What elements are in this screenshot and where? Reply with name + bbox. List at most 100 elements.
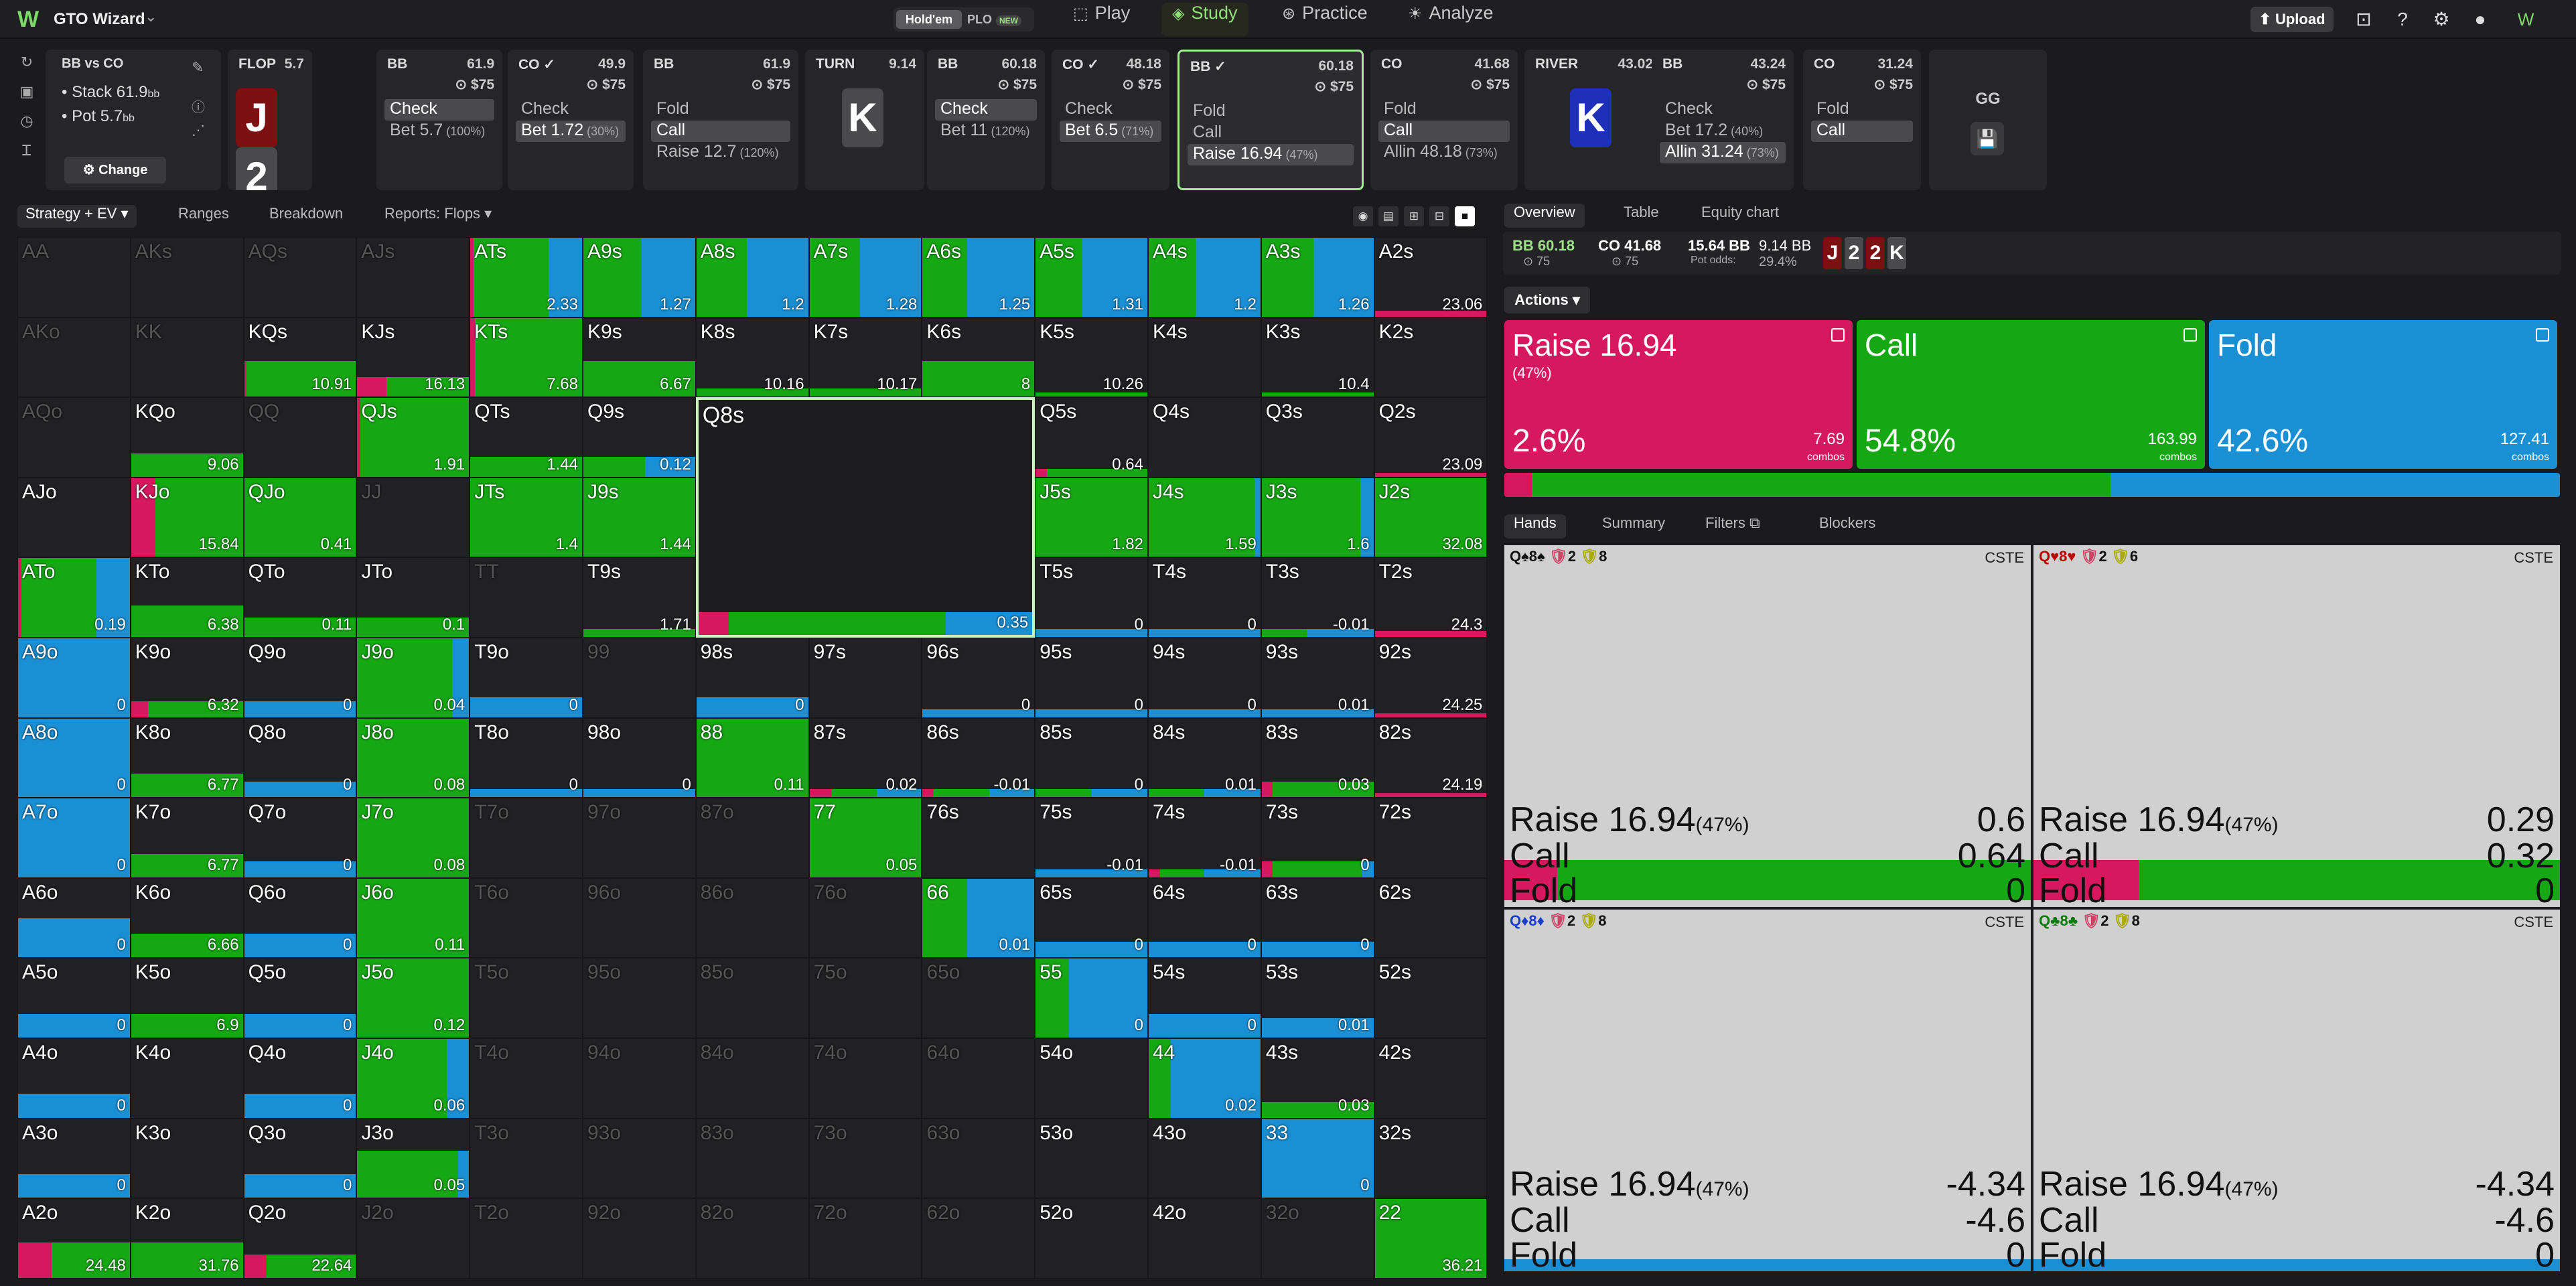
share-icon[interactable]: ⋰ xyxy=(192,122,205,139)
step-action[interactable]: Allin 31.24 (73%) xyxy=(1660,142,1786,163)
hand-cell-52s[interactable]: 52s xyxy=(1374,958,1488,1038)
hand-cell-Q4o[interactable]: Q4o 0 xyxy=(243,1038,357,1119)
hand-cell-85o[interactable]: 85o xyxy=(695,958,809,1038)
hand-cell-A8s[interactable]: A8s 1.2 xyxy=(695,237,809,317)
hand-cell-J4o[interactable]: J4o 0.06 xyxy=(356,1038,470,1119)
hand-cell-T4s[interactable]: T4s 0 xyxy=(1148,557,1261,638)
hand-cell-44[interactable]: 44 0.02 xyxy=(1148,1038,1261,1119)
hand-cell-T9s[interactable]: T9s 1.71 xyxy=(583,557,696,638)
expand-icon[interactable] xyxy=(1831,328,1845,342)
hand-cell-72s[interactable]: 72s xyxy=(1374,798,1488,878)
save-icon[interactable]: 💾 xyxy=(1971,122,2004,155)
hand-cell-Q6o[interactable]: Q6o 0 xyxy=(243,877,357,958)
hand-cell-T2o[interactable]: T2o xyxy=(470,1198,583,1279)
hand-cell-96s[interactable]: 96s 0 xyxy=(922,638,1035,718)
user-icon[interactable]: ● xyxy=(2467,7,2493,32)
hand-cell-62o[interactable]: 62o xyxy=(922,1198,1035,1279)
step-action[interactable]: Raise 16.94 (47%) xyxy=(1188,144,1354,165)
hand-cell-A6s[interactable]: A6s 1.25 xyxy=(922,237,1035,317)
app-name[interactable]: GTO Wizard xyxy=(54,10,145,29)
hand-cell-53s[interactable]: 53s 0.01 xyxy=(1261,958,1374,1038)
step-action[interactable]: Bet 6.5 (71%) xyxy=(1060,121,1161,142)
hand-cell-J2s[interactable]: J2s 32.08 xyxy=(1374,477,1488,558)
game-mode-toggle[interactable]: Hold'em PLO NEW xyxy=(893,7,1034,31)
hand-cell-J6o[interactable]: J6o 0.11 xyxy=(356,877,470,958)
hand-cell-63s[interactable]: 63s 0 xyxy=(1261,877,1374,958)
hand-combo-card[interactable]: Q♣8♣ 🛡2 🛡8 CSTE Raise 16.94(47%) -4.34 Call -… xyxy=(2033,910,2560,1271)
hand-cell-75s[interactable]: 75s -0.01 xyxy=(1035,798,1148,878)
tab-hands[interactable]: Hands xyxy=(1504,514,1566,539)
hand-cell-A3o[interactable]: A3o 0 xyxy=(17,1118,131,1199)
tab-blockers[interactable]: Blockers xyxy=(1819,514,1875,539)
step-action[interactable]: Call xyxy=(651,121,790,142)
hand-cell-AQs[interactable]: AQs xyxy=(243,237,357,317)
hand-cell-97o[interactable]: 97o xyxy=(583,798,696,878)
hand-combo-card[interactable]: Q♥8♥ 🛡2 🛡6 CSTE Raise 16.94(47%) 0.29 Call 0.… xyxy=(2033,545,2560,907)
hand-cell-A3s[interactable]: A3s 1.26 xyxy=(1261,237,1374,317)
hand-cell-Q2o[interactable]: Q2o 22.64 xyxy=(243,1198,357,1279)
step-action[interactable]: Check xyxy=(516,99,626,121)
hand-cell-96o[interactable]: 96o xyxy=(583,877,696,958)
hand-cell-K8o[interactable]: K8o 6.77 xyxy=(130,717,244,798)
hand-cell-K9s[interactable]: K9s 6.67 xyxy=(583,317,696,398)
action-step-9[interactable]: CO 41.68 ⊙ $75 Fold Call Allin 48.18 (73%) xyxy=(1370,50,1518,190)
hand-cell-64s[interactable]: 64s 0 xyxy=(1148,877,1261,958)
hand-cell-Q7o[interactable]: Q7o 0 xyxy=(243,798,357,878)
nav-analyze[interactable]: ☀ Analyze xyxy=(1408,3,1494,36)
hand-cell-87s[interactable]: 87s 0.02 xyxy=(808,717,922,798)
upload-button[interactable]: ⬆ Upload xyxy=(2250,7,2334,32)
hand-cell-93o[interactable]: 93o xyxy=(583,1118,696,1199)
hand-cell-T2s[interactable]: T2s 24.3 xyxy=(1374,557,1488,638)
hand-cell-A9o[interactable]: A9o 0 xyxy=(17,638,131,718)
hand-cell-J4s[interactable]: J4s 1.59 xyxy=(1148,477,1261,558)
hand-cell-AA[interactable]: AA xyxy=(17,237,131,317)
tab-ranges[interactable]: Ranges xyxy=(178,205,229,228)
hand-cell-74s[interactable]: 74s -0.01 xyxy=(1148,798,1261,878)
hand-cell-62s[interactable]: 62s xyxy=(1374,877,1488,958)
hand-cell-82o[interactable]: 82o xyxy=(695,1198,809,1279)
nav-play[interactable]: ⬚ Play xyxy=(1073,3,1130,36)
hand-cell-QTo[interactable]: QTo 0.11 xyxy=(243,557,357,638)
hand-cell-A4s[interactable]: A4s 1.2 xyxy=(1148,237,1261,317)
help-icon[interactable]: ? xyxy=(2390,7,2415,32)
step-action[interactable]: Call xyxy=(1378,121,1510,142)
step-action[interactable]: Raise 12.7 (120%) xyxy=(651,142,790,163)
chevron-down-icon[interactable]: ⌄ xyxy=(145,8,157,25)
step-action[interactable]: Fold xyxy=(1811,99,1913,121)
action-step-12[interactable]: CO 31.24 ⊙ $75 Fold Call xyxy=(1803,50,1921,190)
action-step-6[interactable]: BB 60.18 ⊙ $75 Check Bet 11 (120%) xyxy=(927,50,1045,190)
step-action[interactable]: Check xyxy=(384,99,494,121)
hand-cell-KTo[interactable]: KTo 6.38 xyxy=(130,557,244,638)
hand-cell-65o[interactable]: 65o xyxy=(922,958,1035,1038)
hand-cell-Q9o[interactable]: Q9o 0 xyxy=(243,638,357,718)
hand-cell-82s[interactable]: 82s 24.19 xyxy=(1374,717,1488,798)
nav-study[interactable]: ◈ Study xyxy=(1161,3,1248,36)
hand-cell-95o[interactable]: 95o xyxy=(583,958,696,1038)
view-mode-4-icon[interactable]: ⊟ xyxy=(1429,206,1449,226)
gto-wizard-logo-icon[interactable]: W xyxy=(17,7,39,33)
view-mode-5-icon[interactable]: ■ xyxy=(1455,206,1475,226)
hand-cell-A4o[interactable]: A4o 0 xyxy=(17,1038,131,1119)
hand-cell-A5s[interactable]: A5s 1.31 xyxy=(1035,237,1148,317)
hand-cell-Q3o[interactable]: Q3o 0 xyxy=(243,1118,357,1199)
hand-cell-J7o[interactable]: J7o 0.08 xyxy=(356,798,470,878)
step-action[interactable]: Call xyxy=(1188,123,1354,144)
step-action[interactable]: Bet 11 (120%) xyxy=(935,121,1037,142)
action-step-1[interactable]: FLOP 5.7 J22 xyxy=(228,50,312,190)
hand-cell-22[interactable]: 22 36.21 xyxy=(1374,1198,1488,1279)
hand-cell-94s[interactable]: 94s 0 xyxy=(1148,638,1261,718)
tab-table[interactable]: Table xyxy=(1624,204,1659,228)
save-icon[interactable]: ▣ xyxy=(13,83,40,113)
hand-cell-J5o[interactable]: J5o 0.12 xyxy=(356,958,470,1038)
hand-cell-Q9s[interactable]: Q9s 0.12 xyxy=(583,397,696,478)
hand-cell-K3s[interactable]: K3s 10.4 xyxy=(1261,317,1374,398)
step-action[interactable]: Bet 1.72 (30%) xyxy=(516,121,626,142)
hand-cell-KQs[interactable]: KQs 10.91 xyxy=(243,317,357,398)
hand-cell-86s[interactable]: 86s -0.01 xyxy=(922,717,1035,798)
hand-cell-A7s[interactable]: A7s 1.28 xyxy=(808,237,922,317)
hand-cell-K3o[interactable]: K3o xyxy=(130,1118,244,1199)
hand-cell-A5o[interactable]: A5o 0 xyxy=(17,958,131,1038)
hand-cell-TT[interactable]: TT xyxy=(470,557,583,638)
hand-cell-84o[interactable]: 84o xyxy=(695,1038,809,1119)
hand-cell-73s[interactable]: 73s 0 xyxy=(1261,798,1374,878)
